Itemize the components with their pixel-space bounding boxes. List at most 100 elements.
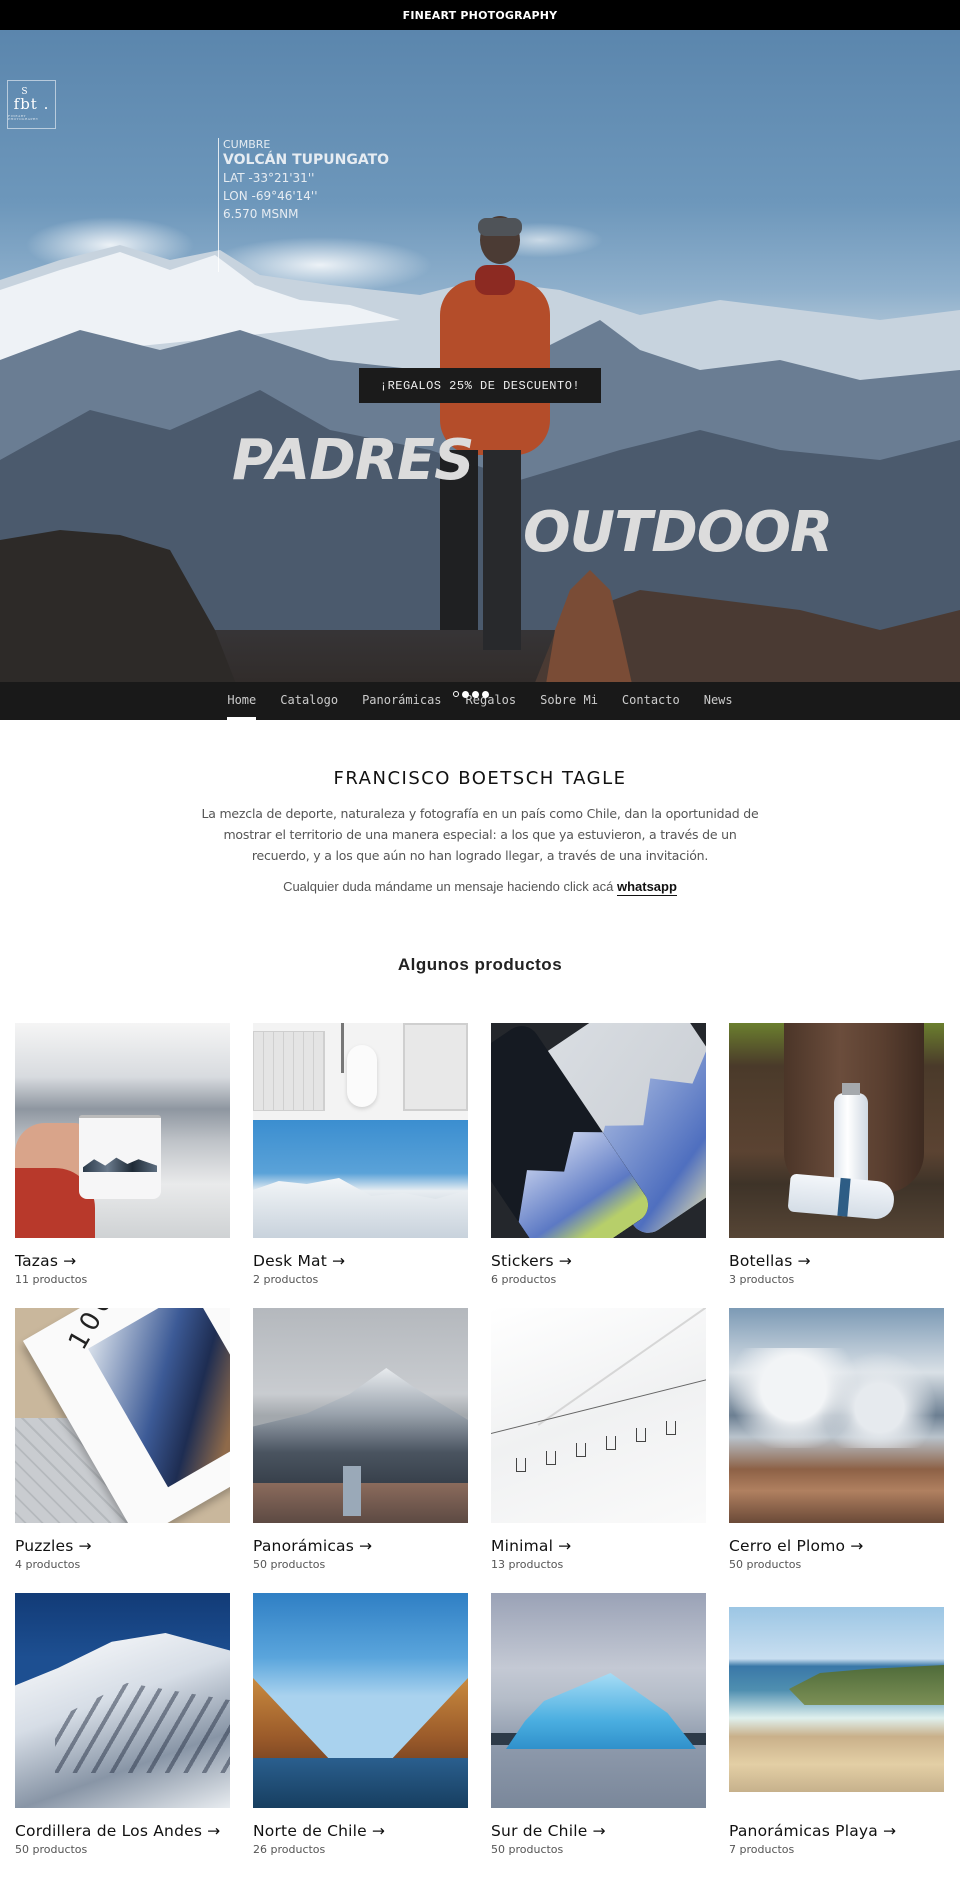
product-title[interactable]: Desk Mat →	[253, 1252, 468, 1270]
nav-item-news[interactable]: News	[692, 681, 745, 719]
arrow-right-icon: →	[371, 1822, 386, 1840]
intro-section: FRANCISCO BOETSCH TAGLE La mezcla de dep…	[0, 720, 960, 896]
whatsapp-link[interactable]: whatsapp	[616, 879, 677, 896]
product-thumbnail[interactable]	[491, 1593, 706, 1808]
product-count: 50 productos	[491, 1843, 564, 1856]
product-thumbnail[interactable]: 1000	[15, 1308, 230, 1523]
slide-dot[interactable]	[472, 691, 479, 698]
product-card[interactable]: Minimal → 13 productos	[491, 1308, 706, 1593]
product-thumbnail[interactable]	[253, 1308, 468, 1523]
product-title[interactable]: Minimal →	[491, 1537, 706, 1555]
product-title[interactable]: Cerro el Plomo →	[729, 1537, 944, 1555]
product-count: 50 productos	[729, 1558, 802, 1571]
product-title-text: Puzzles	[15, 1537, 74, 1555]
product-title-text: Panorámicas Playa	[729, 1822, 878, 1840]
product-title-text: Cerro el Plomo	[729, 1537, 846, 1555]
nav-item-home[interactable]: Home	[215, 681, 268, 720]
hiker-leg-right	[483, 450, 521, 650]
product-thumbnail[interactable]	[15, 1023, 230, 1238]
ski-chair	[546, 1450, 556, 1465]
mouse-shape	[347, 1045, 377, 1107]
product-title[interactable]: Tazas →	[15, 1252, 230, 1270]
nav-item-regalos[interactable]: Regalos	[454, 681, 529, 719]
slide-dot[interactable]	[462, 691, 469, 698]
product-thumbnail[interactable]	[729, 1593, 944, 1808]
intro-title: FRANCISCO BOETSCH TAGLE	[333, 768, 627, 789]
product-thumbnail[interactable]	[253, 1593, 468, 1808]
product-count: 3 productos	[729, 1273, 795, 1286]
product-card[interactable]: Desk Mat → 2 productos	[253, 1023, 468, 1308]
product-title-text: Stickers	[491, 1252, 554, 1270]
product-card[interactable]: 1000 Puzzles → 4 productos	[15, 1308, 230, 1593]
slide-dot[interactable]	[482, 691, 489, 698]
product-title-text: Panorámicas	[253, 1537, 355, 1555]
arrow-right-icon: →	[63, 1252, 77, 1270]
headline-padres: PADRES	[232, 428, 474, 493]
summit-name: VOLCÁN TUPUNGATO	[223, 152, 390, 168]
product-thumbnail[interactable]	[729, 1308, 944, 1523]
product-title[interactable]: Cordillera de Los Andes →	[15, 1822, 230, 1840]
product-title[interactable]: Puzzles →	[15, 1537, 230, 1555]
announcement-bar: FINEART PHOTOGRAPHY	[0, 0, 960, 30]
arrow-right-icon: →	[359, 1537, 373, 1555]
product-title[interactable]: Stickers →	[491, 1252, 706, 1270]
product-card[interactable]: Tazas → 11 productos	[15, 1023, 230, 1308]
hero-slider[interactable]: S fbt . FINEART PHOTOGRAPHY CUMBRE VOLCÁ…	[0, 30, 960, 720]
product-title-text: Desk Mat	[253, 1252, 327, 1270]
contact-line: Cualquier duda mándame un mensaje hacien…	[0, 879, 960, 896]
notepad-shape	[403, 1023, 468, 1111]
contact-text: Cualquier duda mándame un mensaje hacien…	[283, 879, 614, 894]
ski-chair	[636, 1428, 646, 1442]
nav-item-contacto[interactable]: Contacto	[610, 681, 692, 719]
nav-list: Home Catalogo Panorámicas Regalos Sobre Mi Co…	[215, 682, 744, 720]
product-count: 13 productos	[491, 1558, 564, 1571]
tower-shape	[343, 1466, 361, 1516]
product-card[interactable]: Cordillera de Los Andes → 50 productos	[15, 1593, 230, 1878]
ski-chair	[576, 1443, 586, 1457]
product-count: 50 productos	[15, 1843, 88, 1856]
product-count: 2 productos	[253, 1273, 319, 1286]
product-card[interactable]: Sur de Chile → 50 productos	[491, 1593, 706, 1878]
nav-item-sobre-mi[interactable]: Sobre Mi	[528, 681, 610, 719]
site-logo[interactable]: S fbt . FINEART PHOTOGRAPHY	[7, 80, 56, 129]
product-card[interactable]: Norte de Chile → 26 productos	[253, 1593, 468, 1878]
summit-annotation: CUMBRE VOLCÁN TUPUNGATO LAT -33°21'31'' …	[218, 138, 389, 272]
product-thumbnail[interactable]	[491, 1308, 706, 1523]
product-thumbnail[interactable]	[253, 1023, 468, 1238]
product-card[interactable]: Stickers → 6 productos	[491, 1023, 706, 1308]
product-count: 50 productos	[253, 1558, 326, 1571]
product-title[interactable]: Botellas →	[729, 1252, 944, 1270]
main-nav: Home Catalogo Panorámicas Regalos Sobre Mi Co…	[0, 682, 960, 720]
product-card[interactable]: Panorámicas Playa → 7 productos	[729, 1593, 944, 1878]
slide-dots	[453, 691, 489, 698]
arrow-right-icon: →	[78, 1537, 92, 1555]
product-thumbnail[interactable]	[729, 1023, 944, 1238]
arrow-right-icon: →	[797, 1252, 811, 1270]
nav-item-catalogo[interactable]: Catalogo	[268, 681, 350, 719]
ski-chair	[516, 1458, 526, 1472]
product-title[interactable]: Panorámicas Playa →	[729, 1822, 944, 1840]
product-card[interactable]: Botellas → 3 productos	[729, 1023, 944, 1308]
bottle-lying-shape	[787, 1173, 896, 1221]
slide-dot[interactable]	[453, 691, 459, 697]
product-thumbnail[interactable]	[15, 1593, 230, 1808]
product-title-text: Cordillera de Los Andes	[15, 1822, 203, 1840]
product-thumbnail[interactable]	[491, 1023, 706, 1238]
summit-lat: LAT -33°21'31''	[223, 171, 315, 185]
promo-badge[interactable]: ¡REGALOS 25% DE DESCUENTO!	[359, 368, 601, 403]
main-content: FRANCISCO BOETSCH TAGLE La mezcla de dep…	[0, 720, 960, 975]
arrow-right-icon: →	[207, 1822, 221, 1840]
summit-altitude: 6.570 MSNM	[223, 207, 299, 221]
logo-tagline: FINEART PHOTOGRAPHY	[8, 114, 39, 121]
arrow-right-icon: →	[558, 1537, 572, 1555]
product-card[interactable]: Panorámicas → 50 productos	[253, 1308, 468, 1593]
summit-label: CUMBRE	[223, 138, 271, 151]
product-title[interactable]: Norte de Chile →	[253, 1822, 468, 1840]
products-section-title: Algunos productos	[397, 955, 563, 974]
ski-chair	[606, 1435, 616, 1450]
pen-shape	[341, 1023, 344, 1073]
product-title[interactable]: Sur de Chile →	[491, 1822, 706, 1840]
product-card[interactable]: Cerro el Plomo → 50 productos	[729, 1308, 944, 1593]
product-title[interactable]: Panorámicas →	[253, 1537, 468, 1555]
nav-item-panor-micas[interactable]: Panorámicas	[350, 681, 453, 719]
